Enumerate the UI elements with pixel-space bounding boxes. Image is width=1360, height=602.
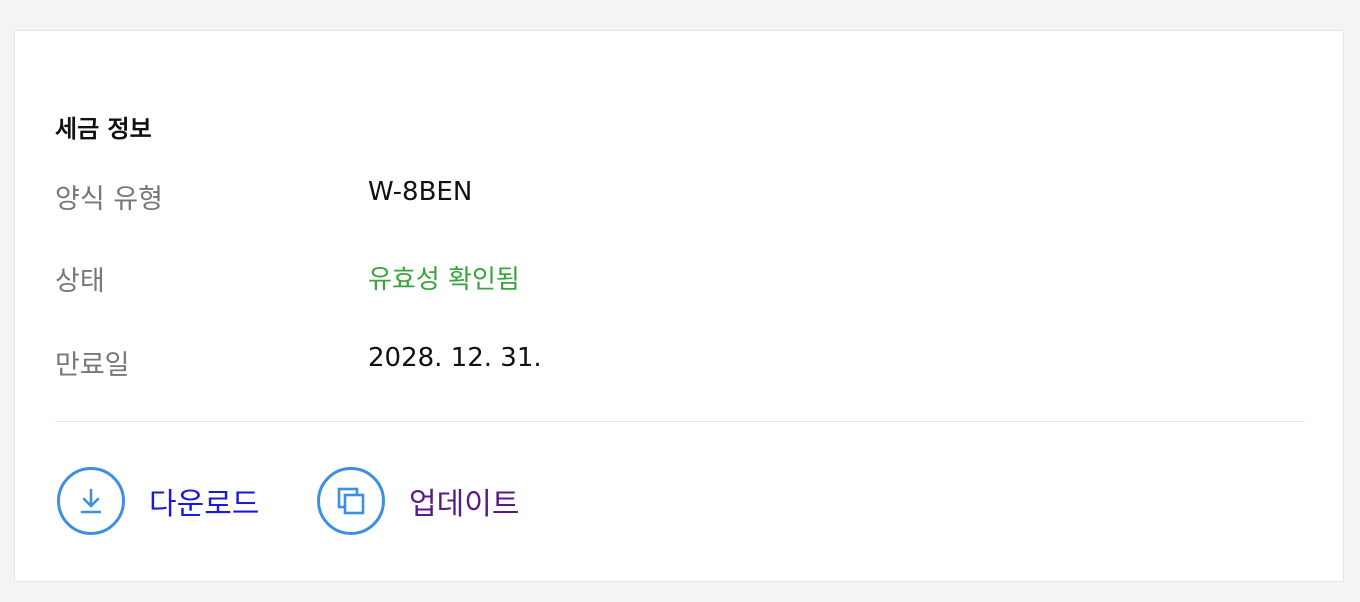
expiry-date-label: 만료일 <box>55 350 130 381</box>
form-type-value: W-8BEN <box>368 177 473 207</box>
form-type-label: 양식 유형 <box>55 184 163 215</box>
status-value: 유효성 확인됨 <box>368 265 520 295</box>
download-label[interactable]: 다운로드 <box>149 479 259 523</box>
tax-info-card: 세금 정보 양식 유형 W-8BEN 상태 유효성 확인됨 만료일 2028. … <box>14 30 1344 582</box>
copy-icon <box>317 467 385 535</box>
update-button[interactable]: 업데이트 <box>317 465 519 537</box>
expiry-date-value: 2028. 12. 31. <box>368 343 542 373</box>
status-label: 상태 <box>55 266 105 297</box>
download-button[interactable]: 다운로드 <box>57 465 259 537</box>
download-icon <box>57 467 125 535</box>
divider <box>55 421 1305 422</box>
section-title: 세금 정보 <box>55 115 152 143</box>
update-label[interactable]: 업데이트 <box>409 479 519 523</box>
